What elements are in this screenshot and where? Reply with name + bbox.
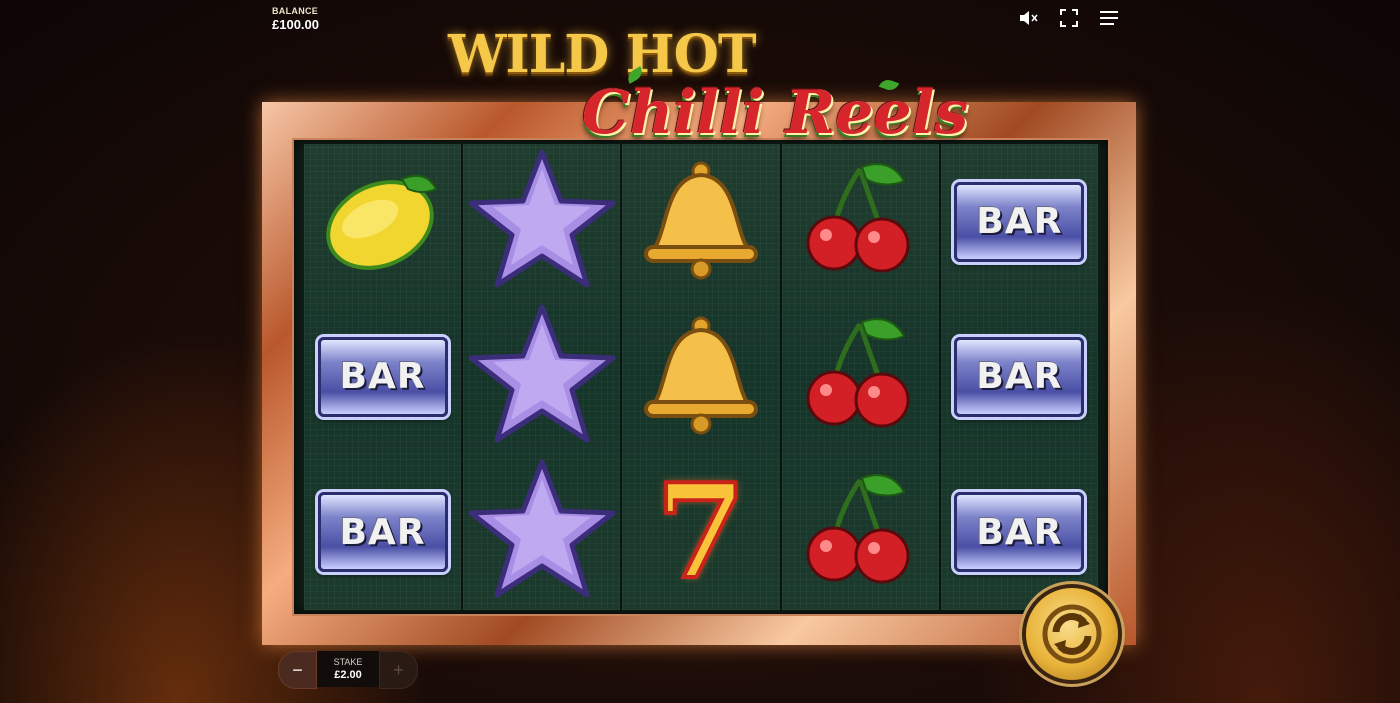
reels-frame: BAR BAR 7 BAR BAR BAR [262,102,1136,645]
stake-decrease-button[interactable]: − [278,651,317,689]
balance-label: BALANCE [272,6,319,16]
reel-cell: BAR [941,144,1098,299]
cherry-symbol-icon [800,159,920,284]
bar-symbol-text: BAR [339,356,426,398]
reel-cell: BAR [304,455,461,610]
fullscreen-icon[interactable] [1058,8,1080,28]
stake-control: − STAKE £2.00 + [278,651,419,689]
bell-symbol-icon [636,312,766,442]
top-controls [1018,8,1120,28]
bar-symbol-icon: BAR [954,181,1085,262]
stake-increase-button[interactable]: + [379,651,419,689]
reel-cell [463,299,620,454]
spin-button[interactable] [1026,588,1118,680]
reel-cell [304,144,461,299]
reel-5: BAR BAR BAR [940,144,1099,610]
bar-symbol-icon: BAR [954,492,1085,573]
balance-value: £100.00 [272,17,319,32]
reel-cell: BAR [941,455,1098,610]
star-symbol-icon [467,147,617,297]
stake-value: £2.00 [334,669,362,681]
spin-arrows-icon [1042,604,1102,664]
bar-symbol-text: BAR [976,511,1063,553]
seven-symbol-icon: 7 [654,455,748,609]
cherry-symbol-icon [800,314,920,439]
reels-window: BAR BAR 7 BAR BAR BAR [292,138,1110,616]
reel-cell [622,144,779,299]
reel-grid: BAR BAR 7 BAR BAR BAR [304,144,1099,610]
bar-symbol-icon: BAR [317,336,448,417]
star-symbol-icon [467,302,617,452]
balance-display: BALANCE £100.00 [272,6,319,32]
reel-cell [782,455,939,610]
bar-symbol-icon: BAR [954,336,1085,417]
bar-symbol-text: BAR [339,511,426,553]
reel-1: BAR BAR [304,144,464,610]
cherry-symbol-icon [800,470,920,595]
bar-symbol-text: BAR [976,356,1063,398]
reel-cell [463,144,620,299]
reel-cell [782,299,939,454]
stake-label: STAKE [333,657,363,667]
menu-icon[interactable] [1098,8,1120,28]
lemon-symbol-icon [318,159,448,284]
reel-4 [781,144,941,610]
reel-2 [463,144,623,610]
game-logo-chilli-reels: Chilli Reels [582,78,969,148]
reel-cell [463,455,620,610]
sound-muted-icon[interactable] [1018,8,1040,28]
stake-display: STAKE £2.00 [316,651,380,687]
bar-symbol-text: BAR [976,201,1063,243]
reel-cell: BAR [304,299,461,454]
bar-symbol-icon: BAR [317,492,448,573]
reel-cell: BAR [941,299,1098,454]
reel-cell: 7 [622,455,779,610]
reel-cell [622,299,779,454]
bell-symbol-icon [636,157,766,287]
reel-3: 7 [622,144,782,610]
reel-cell [782,144,939,299]
game-logo-wild-hot: WILD HOT [448,24,757,85]
star-symbol-icon [467,457,617,607]
